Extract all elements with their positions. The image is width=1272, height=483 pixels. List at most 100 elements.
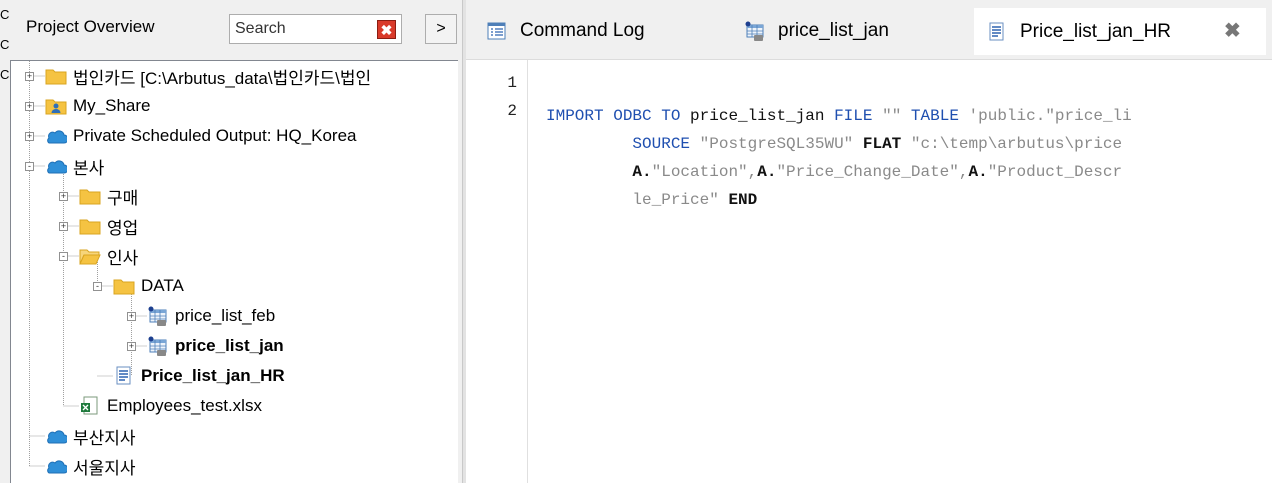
- tree-item-label: price_list_jan: [175, 336, 284, 355]
- log-icon: [486, 20, 508, 42]
- excel-file-icon: [79, 395, 101, 417]
- tree-item-label: 부산지사: [73, 428, 136, 448]
- tree-item-label: 인사: [107, 248, 139, 268]
- code-token: price_list_jan: [690, 107, 835, 125]
- expand-node-icon[interactable]: +: [127, 311, 136, 321]
- script-icon: [113, 365, 135, 387]
- code-token: ODBC: [613, 107, 662, 125]
- tree-item-label: Private Scheduled Output: HQ_Korea: [73, 126, 357, 145]
- open-folder-icon: [79, 245, 101, 267]
- code-line: A."Location",A."Price_Change_Date",A."Pr…: [546, 158, 1272, 186]
- tree-item[interactable]: 구매: [79, 181, 138, 211]
- tree-item-label: 영업: [107, 218, 139, 238]
- code-token: "PostgreSQL35WU": [699, 135, 863, 153]
- code-token: IMPORT: [546, 107, 614, 125]
- clear-search-icon[interactable]: ✖: [377, 20, 396, 39]
- search-box[interactable]: ✖: [229, 14, 402, 44]
- tree-item-label: Employees_test.xlsx: [107, 396, 262, 415]
- tab-price-list-jan-hr[interactable]: Price_list_jan_HR: [974, 8, 1266, 55]
- tree-item[interactable]: 본사: [45, 151, 104, 181]
- edge-fragment: Ca: [0, 67, 10, 82]
- tree-item[interactable]: price_list_jan: [147, 331, 284, 361]
- code-content[interactable]: IMPORT ODBC TO price_list_jan FILE "" TA…: [546, 74, 1272, 214]
- expand-node-icon[interactable]: +: [59, 191, 68, 201]
- tree-item[interactable]: 인사: [79, 241, 138, 271]
- code-token: le_Price": [632, 191, 729, 209]
- expand-node-icon[interactable]: +: [59, 221, 68, 231]
- code-token: END: [728, 191, 758, 209]
- code-token: "Location",: [651, 163, 758, 181]
- tree-item-label: 구매: [107, 188, 139, 208]
- tree-item-label: 서울지사: [73, 458, 136, 478]
- cloud-folder-icon: [45, 455, 67, 477]
- tab-label: Command Log: [520, 20, 645, 41]
- code-line: SOURCE "PostgreSQL35WU" FLAT "c:\temp\ar…: [546, 130, 1272, 158]
- chevron-right-icon: >: [436, 20, 446, 37]
- tree-item-label: 본사: [73, 158, 105, 178]
- collapse-node-icon[interactable]: -: [93, 281, 102, 291]
- expand-node-icon[interactable]: +: [25, 131, 34, 141]
- code-line: le_Price" END: [546, 186, 1272, 214]
- tree-item[interactable]: DATA: [113, 271, 184, 301]
- code-token: "": [882, 107, 911, 125]
- line-number: 1: [507, 74, 517, 92]
- tree-item[interactable]: 부산지사: [45, 421, 136, 451]
- tree-item[interactable]: My_Share: [45, 91, 150, 121]
- code-token: TO: [661, 107, 691, 125]
- panel-title: Project Overview: [26, 17, 155, 36]
- folder-icon: [45, 65, 67, 87]
- search-input[interactable]: [233, 18, 372, 40]
- tree-item[interactable]: Employees_test.xlsx: [79, 391, 262, 421]
- tree-item[interactable]: 서울지사: [45, 451, 136, 481]
- tab-label: Price_list_jan_HR: [1020, 20, 1172, 42]
- expand-panel-button[interactable]: >: [425, 14, 457, 44]
- tab-command-log[interactable]: Command Log: [486, 12, 645, 50]
- script-icon: [986, 21, 1008, 43]
- collapse-node-icon[interactable]: -: [59, 251, 68, 261]
- code-token: A.: [968, 163, 988, 181]
- folder-icon: [79, 215, 101, 237]
- folder-icon: [79, 185, 101, 207]
- code-token: TABLE: [910, 107, 969, 125]
- tree-item-label: 법인카드 [C:\Arbutus_data\법인카드\법인: [73, 68, 372, 88]
- code-token: FILE: [834, 107, 883, 125]
- expand-node-icon[interactable]: +: [25, 101, 34, 111]
- code-token: SOURCE: [632, 135, 700, 153]
- cloud-folder-icon: [45, 155, 67, 177]
- tree-item[interactable]: Private Scheduled Output: HQ_Korea: [45, 121, 357, 151]
- code-token: FLAT: [862, 135, 911, 153]
- line-number: 2: [507, 102, 517, 120]
- user-folder-icon: [45, 95, 67, 117]
- project-overview-panel: C Cl Ca Project Overview ✖ > 법인카드 [C:\Ar…: [0, 0, 462, 483]
- tree-item-label: DATA: [141, 276, 184, 295]
- table-icon: [147, 305, 169, 327]
- tree-item[interactable]: 영업: [79, 211, 138, 241]
- code-line: IMPORT ODBC TO price_list_jan FILE "" TA…: [546, 102, 1272, 130]
- script-editor[interactable]: 12 IMPORT ODBC TO price_list_jan FILE ""…: [466, 60, 1272, 483]
- tab-price-list-jan[interactable]: price_list_jan: [744, 12, 889, 50]
- line-number-gutter: 12: [466, 60, 528, 483]
- tree-item[interactable]: 법인카드 [C:\Arbutus_data\법인카드\법인: [45, 61, 371, 91]
- close-tab-icon[interactable]: ✖: [1224, 18, 1241, 43]
- collapse-node-icon[interactable]: -: [25, 161, 34, 171]
- tree-item-label: My_Share: [73, 96, 151, 115]
- code-token: "c:\temp\arbutus\price: [910, 135, 1123, 153]
- cloud-folder-icon: [45, 425, 67, 447]
- code-token: A.: [757, 163, 777, 181]
- table-icon: [744, 20, 766, 42]
- folder-icon: [113, 275, 135, 297]
- tab-label: price_list_jan: [778, 20, 889, 41]
- expand-node-icon[interactable]: +: [25, 71, 34, 81]
- code-token: A.: [632, 163, 652, 181]
- panel-header: Project Overview ✖ >: [0, 0, 462, 60]
- tree-item[interactable]: price_list_feb: [147, 301, 275, 331]
- tree-item[interactable]: Price_list_jan_HR: [113, 361, 285, 391]
- cloud-folder-icon: [45, 125, 67, 147]
- expand-node-icon[interactable]: +: [127, 341, 136, 351]
- table-icon: [147, 335, 169, 357]
- code-token: "Product_Descr: [987, 163, 1123, 181]
